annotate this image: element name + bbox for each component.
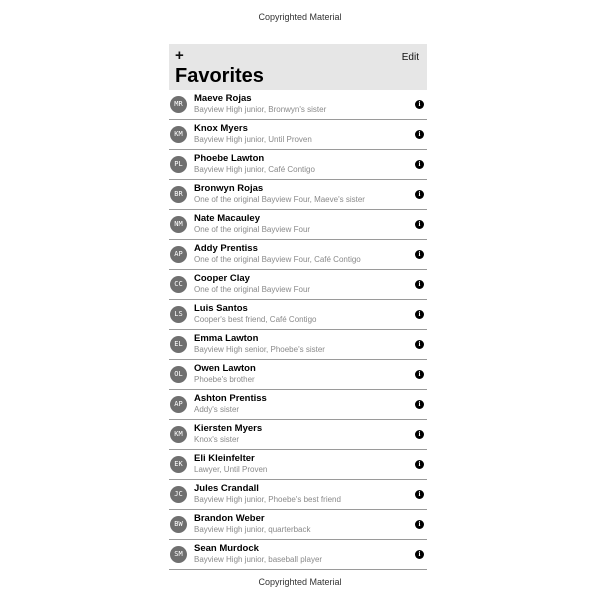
contact-subtitle: One of the original Bayview Four bbox=[194, 285, 311, 294]
contact-name: Phoebe Lawton bbox=[194, 153, 265, 164]
contact-row[interactable]: KM Knox Myers Bayview High junior, Until P… bbox=[169, 120, 427, 150]
contact-subtitle: Bayview High senior, Phoebe's sister bbox=[194, 345, 325, 354]
favorites-header: + Edit Favorites bbox=[169, 44, 427, 90]
contact-row[interactable]: SM Sean Murdock Bayview High junior, baseb… bbox=[169, 540, 427, 570]
contact-name: Nate Macauley bbox=[194, 213, 261, 224]
info-icon[interactable]: i bbox=[415, 250, 424, 259]
contact-avatar: AP bbox=[170, 396, 187, 413]
info-icon[interactable]: i bbox=[415, 220, 424, 229]
info-icon[interactable]: i bbox=[415, 310, 424, 319]
contact-avatar: NM bbox=[170, 216, 187, 233]
contact-subtitle: One of the original Bayview Four, Maeve'… bbox=[194, 195, 365, 204]
contact-subtitle: Bayview High junior, quarterback bbox=[194, 525, 311, 534]
contact-row[interactable]: EK Eli Kleinfelter Lawyer, Until Proven i bbox=[169, 450, 427, 480]
contact-row[interactable]: PL Phoebe Lawton Bayview High junior, Café… bbox=[169, 150, 427, 180]
contact-name: Brandon Weber bbox=[194, 513, 265, 524]
contact-subtitle: Knox's sister bbox=[194, 435, 240, 444]
contact-row[interactable]: JC Jules Crandall Bayview High junior, Pho… bbox=[169, 480, 427, 510]
info-icon[interactable]: i bbox=[415, 190, 424, 199]
contact-avatar: EL bbox=[170, 336, 187, 353]
contact-subtitle: Bayview High junior, Until Proven bbox=[194, 135, 312, 144]
contact-name: Knox Myers bbox=[194, 123, 248, 134]
info-icon[interactable]: i bbox=[415, 430, 424, 439]
contact-name: Jules Crandall bbox=[194, 483, 259, 494]
contact-row[interactable]: MR Maeve Rojas Bayview High junior, Bronwy… bbox=[169, 90, 427, 120]
contact-name: Emma Lawton bbox=[194, 333, 259, 344]
info-icon[interactable]: i bbox=[415, 340, 424, 349]
copyright-watermark-bottom: Copyrighted Material bbox=[258, 577, 342, 587]
contact-avatar: SM bbox=[170, 546, 187, 563]
contact-name: Cooper Clay bbox=[194, 273, 250, 284]
contact-subtitle: One of the original Bayview Four bbox=[194, 225, 311, 234]
info-icon[interactable]: i bbox=[415, 550, 424, 559]
contact-avatar: LS bbox=[170, 306, 187, 323]
contact-row[interactable]: OL Owen Lawton Phoebe's brother i bbox=[169, 360, 427, 390]
contact-name: Kiersten Myers bbox=[194, 423, 263, 434]
contact-subtitle: Addy's sister bbox=[194, 405, 240, 414]
contact-row[interactable]: BR Bronwyn Rojas One of the original Bayvi… bbox=[169, 180, 427, 210]
info-icon[interactable]: i bbox=[415, 100, 424, 109]
contact-name: Maeve Rojas bbox=[194, 93, 252, 104]
contact-subtitle: Lawyer, Until Proven bbox=[194, 465, 268, 474]
copyright-watermark-top: Copyrighted Material bbox=[258, 12, 342, 22]
contact-name: Bronwyn Rojas bbox=[194, 183, 264, 194]
contact-subtitle: One of the original Bayview Four, Café C… bbox=[194, 255, 361, 264]
info-icon[interactable]: i bbox=[415, 130, 424, 139]
favorites-screen: + Edit Favorites MR Maeve Rojas Bayview Hi… bbox=[169, 44, 427, 570]
contact-name: Eli Kleinfelter bbox=[194, 453, 255, 464]
contact-row[interactable]: AP Ashton Prentiss Addy's sister i bbox=[169, 390, 427, 420]
info-icon[interactable]: i bbox=[415, 490, 424, 499]
contact-row[interactable]: BW Brandon Weber Bayview High junior, quar… bbox=[169, 510, 427, 540]
contact-avatar: AP bbox=[170, 246, 187, 263]
contact-avatar: KM bbox=[170, 126, 187, 143]
info-icon[interactable]: i bbox=[415, 370, 424, 379]
contact-avatar: BR bbox=[170, 186, 187, 203]
contact-row[interactable]: KM Kiersten Myers Knox's sister i bbox=[169, 420, 427, 450]
contact-row[interactable]: AP Addy Prentiss One of the original Bayvi… bbox=[169, 240, 427, 270]
info-icon[interactable]: i bbox=[415, 160, 424, 169]
contact-subtitle: Phoebe's brother bbox=[194, 375, 255, 384]
contact-row[interactable]: CC Cooper Clay One of the original Bayview… bbox=[169, 270, 427, 300]
contact-subtitle: Cooper's best friend, Café Contigo bbox=[194, 315, 317, 324]
info-icon[interactable]: i bbox=[415, 460, 424, 469]
favorites-list: MR Maeve Rojas Bayview High junior, Bronwy… bbox=[169, 90, 427, 570]
info-icon[interactable]: i bbox=[415, 520, 424, 529]
contact-avatar: CC bbox=[170, 276, 187, 293]
contact-name: Ashton Prentiss bbox=[194, 393, 267, 404]
info-icon[interactable]: i bbox=[415, 400, 424, 409]
contact-name: Luis Santos bbox=[194, 303, 248, 314]
contact-avatar: PL bbox=[170, 156, 187, 173]
contact-subtitle: Bayview High junior, baseball player bbox=[194, 555, 323, 564]
contact-row[interactable]: EL Emma Lawton Bayview High senior, Phoebe… bbox=[169, 330, 427, 360]
contact-avatar: KM bbox=[170, 426, 187, 443]
add-favorite-button[interactable]: + bbox=[175, 47, 184, 64]
contact-name: Owen Lawton bbox=[194, 363, 256, 374]
contact-row[interactable]: NM Nate Macauley One of the original Bayvi… bbox=[169, 210, 427, 240]
contact-avatar: JC bbox=[170, 486, 187, 503]
contact-avatar: OL bbox=[170, 366, 187, 383]
contact-subtitle: Bayview High junior, Bronwyn's sister bbox=[194, 105, 327, 114]
contact-avatar: MR bbox=[170, 96, 187, 113]
contact-name: Sean Murdock bbox=[194, 543, 259, 554]
contact-avatar: BW bbox=[170, 516, 187, 533]
page-title: Favorites bbox=[175, 65, 264, 87]
contact-row[interactable]: LS Luis Santos Cooper's best friend, Café … bbox=[169, 300, 427, 330]
contact-subtitle: Bayview High junior, Café Contigo bbox=[194, 165, 315, 174]
contact-avatar: EK bbox=[170, 456, 187, 473]
contact-name: Addy Prentiss bbox=[194, 243, 258, 254]
edit-button[interactable]: Edit bbox=[402, 52, 419, 63]
contact-subtitle: Bayview High junior, Phoebe's best frien… bbox=[194, 495, 341, 504]
info-icon[interactable]: i bbox=[415, 280, 424, 289]
